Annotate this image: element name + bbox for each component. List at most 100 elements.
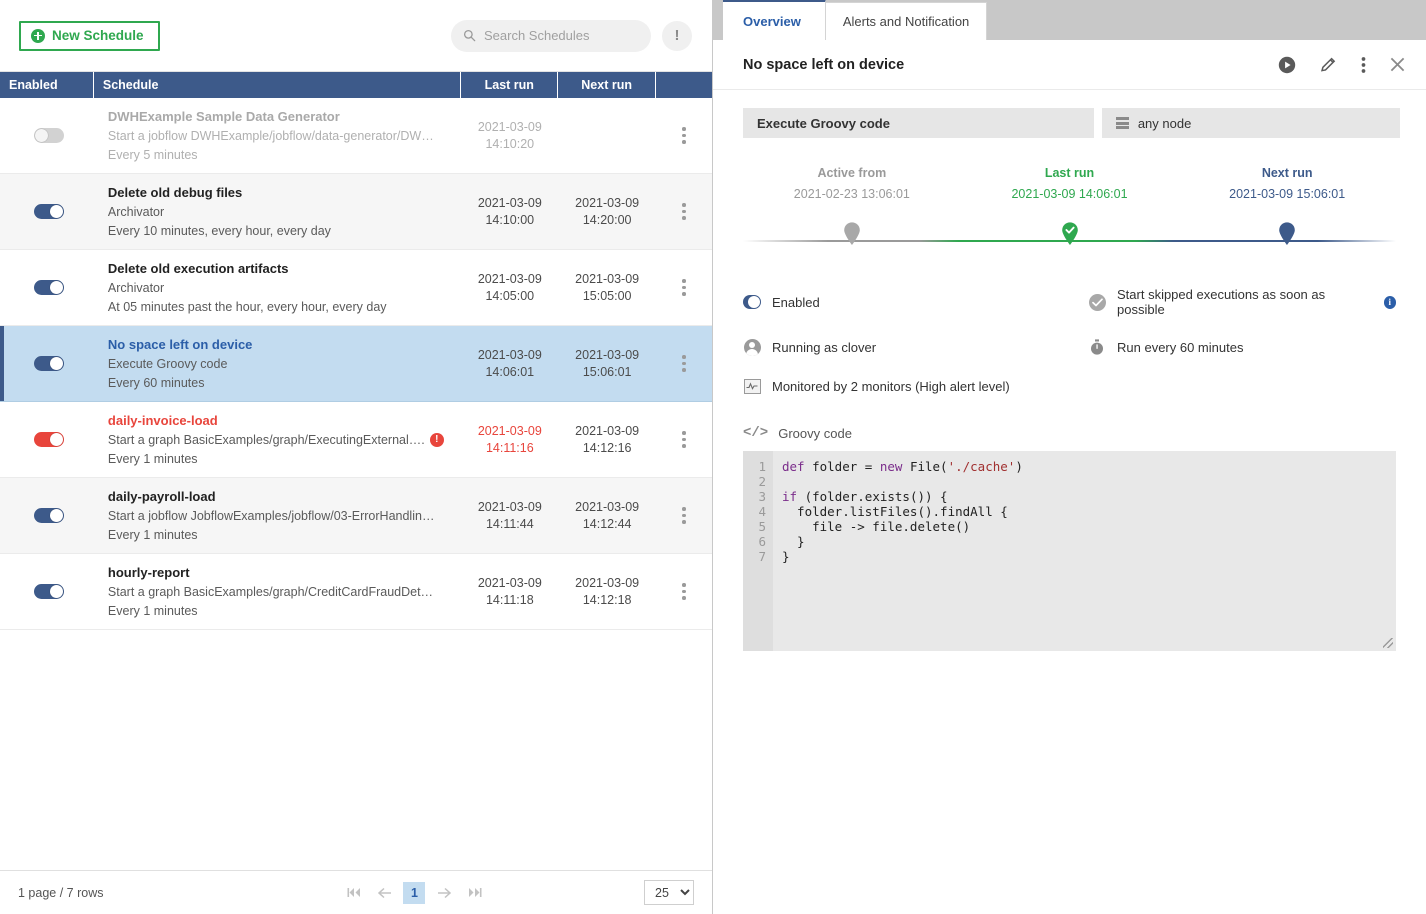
timeline-active-from-date: 2021-02-23 13:06:01 xyxy=(793,187,910,201)
search-input[interactable] xyxy=(484,28,660,43)
edit-pencil-icon[interactable] xyxy=(1319,55,1338,74)
property-run-every: Run every 60 minutes xyxy=(1088,338,1396,356)
row-enabled-cell xyxy=(0,98,94,173)
schedule-frequency: Every 1 minutes xyxy=(107,452,198,466)
close-icon[interactable] xyxy=(1389,56,1406,73)
node-label: any node xyxy=(1137,115,1192,131)
column-header-schedule[interactable]: Schedule xyxy=(94,72,462,98)
table-row[interactable]: DWHExample Sample Data Generator Start a … xyxy=(0,98,712,174)
timeline-pin-active-from-icon xyxy=(843,222,861,246)
previous-page-button[interactable] xyxy=(373,882,395,904)
row-menu-icon[interactable] xyxy=(682,583,686,600)
next-run-value: 2021-03-09 14:20:00 xyxy=(575,195,640,227)
schedule-name[interactable]: Delete old execution artifacts xyxy=(108,261,289,276)
column-header-next-run[interactable]: Next run xyxy=(558,72,657,98)
error-badge-icon[interactable]: ! xyxy=(429,433,444,447)
schedule-name[interactable]: daily-payroll-load xyxy=(108,489,216,504)
table-row[interactable]: daily-invoice-load Start a graph BasicExa… xyxy=(0,402,712,478)
groovy-code-section: </> Groovy code 1 2 3 4 5 6 7 def folder… xyxy=(713,395,1426,651)
row-actions-cell xyxy=(656,478,712,553)
column-header-enabled[interactable]: Enabled xyxy=(0,72,94,98)
alerts-button[interactable]: ! xyxy=(662,20,692,51)
schedule-description: Archivator xyxy=(108,205,164,219)
schedule-frequency: Every 5 minutes xyxy=(107,148,198,162)
enabled-toggle[interactable] xyxy=(34,204,64,219)
enabled-toggle[interactable] xyxy=(34,584,64,599)
property-enabled[interactable]: Enabled xyxy=(743,287,1088,317)
timeline-next-run-label: Next run xyxy=(1261,166,1313,180)
schedule-name[interactable]: daily-invoice-load xyxy=(108,413,218,428)
rows-per-page-select[interactable]: 102550100 xyxy=(644,880,694,905)
task-type-label: Execute Groovy code xyxy=(757,115,890,131)
enabled-toggle[interactable] xyxy=(34,356,64,371)
row-menu-icon[interactable] xyxy=(682,279,686,296)
row-next-run-cell: 2021-03-09 14:12:16 xyxy=(558,402,656,477)
more-options-icon[interactable] xyxy=(1361,56,1366,74)
table-row[interactable]: hourly-report Start a graph BasicExamples… xyxy=(0,554,712,630)
schedule-name[interactable]: No space left on device xyxy=(108,337,253,352)
row-last-run-cell: 2021-03-09 14:11:16 xyxy=(461,402,558,477)
last-run-value: 2021-03-09 14:11:44 xyxy=(477,499,542,531)
next-page-button[interactable] xyxy=(433,882,455,904)
timeline-last-run-date: 2021-03-09 14:06:01 xyxy=(1011,187,1128,201)
row-schedule-cell: daily-payroll-load Start a jobflow Jobflo… xyxy=(94,478,461,553)
table-row[interactable]: No space left on device Execute Groovy co… xyxy=(0,326,712,402)
code-editor[interactable]: 1 2 3 4 5 6 7 def folder = new File('./c… xyxy=(743,451,1396,651)
tab-overview[interactable]: Overview xyxy=(723,0,826,40)
schedule-description-text: Execute Groovy code xyxy=(107,357,228,371)
row-actions-cell xyxy=(656,326,712,401)
property-monitored-label: Monitored by 2 monitors (High alert leve… xyxy=(772,378,1010,394)
schedule-frequency: Every 10 minutes, every hour, every day xyxy=(107,224,331,238)
row-menu-icon[interactable] xyxy=(682,507,686,524)
last-run-value: 2021-03-09 14:11:18 xyxy=(477,575,542,607)
schedule-frequency: Every 60 minutes xyxy=(107,376,205,390)
table-row[interactable]: daily-payroll-load Start a jobflow Jobflo… xyxy=(0,478,712,554)
row-schedule-cell: No space left on device Execute Groovy co… xyxy=(94,326,461,401)
next-run-value: 2021-03-09 14:12:16 xyxy=(575,423,640,455)
resize-handle-icon[interactable] xyxy=(1383,638,1393,648)
first-page-button[interactable] xyxy=(343,882,365,904)
task-type-chip[interactable]: Execute Groovy code xyxy=(743,108,1094,138)
schedule-name[interactable]: hourly-report xyxy=(108,565,190,580)
schedule-name[interactable]: Delete old debug files xyxy=(108,185,242,200)
schedules-table-body: DWHExample Sample Data Generator Start a … xyxy=(0,98,712,630)
pagination: 1 xyxy=(343,881,485,904)
new-schedule-button[interactable]: New Schedule xyxy=(19,20,160,51)
schedule-description-text: Start a graph BasicExamples/graph/Execut… xyxy=(107,433,425,447)
last-run-value: 2021-03-09 14:10:00 xyxy=(477,195,542,227)
enabled-toggle[interactable] xyxy=(34,508,64,523)
row-menu-icon[interactable] xyxy=(682,203,686,220)
enabled-toggle[interactable] xyxy=(34,280,64,295)
column-header-last-run[interactable]: Last run xyxy=(461,72,559,98)
page-number-1[interactable]: 1 xyxy=(403,881,426,904)
toolbar-right-group: × ! xyxy=(451,19,692,52)
monitor-icon xyxy=(743,377,761,395)
node-chip[interactable]: any node xyxy=(1101,108,1400,138)
info-icon[interactable]: i xyxy=(1383,295,1396,309)
row-schedule-cell: hourly-report Start a graph BasicExamples… xyxy=(94,554,461,629)
column-header-actions xyxy=(656,72,712,98)
timeline-pin-last-run-icon xyxy=(1061,222,1079,246)
last-page-button[interactable] xyxy=(463,882,485,904)
table-row[interactable]: Delete old debug files Archivator Every 10… xyxy=(0,174,712,250)
schedule-description-text: Archivator xyxy=(107,205,165,219)
search-schedules-box[interactable]: × xyxy=(451,19,680,52)
row-menu-icon[interactable] xyxy=(682,355,686,372)
schedule-description: Start a graph BasicExamples/graph/Execut… xyxy=(108,433,444,447)
enabled-toggle[interactable] xyxy=(34,128,64,143)
row-next-run-cell: 2021-03-09 14:12:44 xyxy=(558,478,656,553)
schedule-description: Start a graph BasicExamples/graph/Credit… xyxy=(108,585,433,599)
enabled-toggle[interactable] xyxy=(34,432,64,447)
timeline-labels: Active from 2021-02-23 13:06:01 Last run… xyxy=(743,166,1396,201)
properties-spacer xyxy=(1088,377,1396,395)
code-text[interactable]: def folder = new File('./cache') if (fol… xyxy=(773,451,1396,651)
tab-alerts-and-notification[interactable]: Alerts and Notification xyxy=(824,2,988,40)
task-chips: Execute Groovy code any node xyxy=(713,90,1426,138)
schedule-name[interactable]: DWHExample Sample Data Generator xyxy=(108,109,340,124)
table-row[interactable]: Delete old execution artifacts Archivator… xyxy=(0,250,712,326)
row-schedule-cell: Delete old execution artifacts Archivator… xyxy=(94,250,461,325)
row-actions-cell xyxy=(656,402,712,477)
row-menu-icon[interactable] xyxy=(682,431,686,448)
row-menu-icon[interactable] xyxy=(682,127,686,144)
run-now-icon[interactable] xyxy=(1278,56,1296,74)
